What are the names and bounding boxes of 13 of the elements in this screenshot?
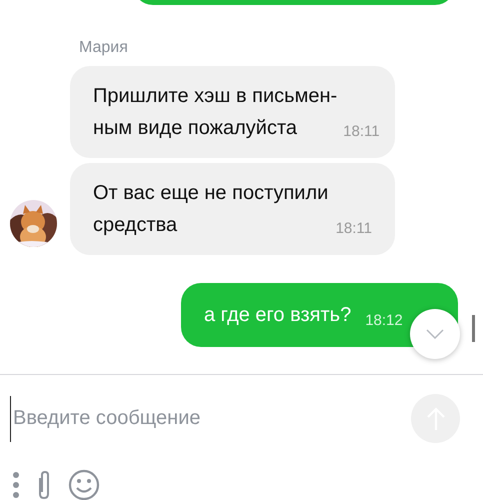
scroll-down-button[interactable] [410,309,460,359]
message-time: 18:11 [342,122,380,142]
message-text: От вас еще не поступили средства [93,181,328,238]
message-input[interactable]: Введите сообщение [10,396,401,442]
scrollbar-thumb[interactable] [472,315,475,342]
more-icon[interactable] [12,471,20,499]
message-text: а где его взять? [204,303,352,328]
emoji-icon[interactable] [68,469,100,500]
message-time: 18:11 [334,219,372,239]
sender-name: Мария [79,38,129,58]
message-time: 18:12 [364,311,403,331]
message-text: Пришлите хэш в письмен- ным виде пожалуйста [93,84,338,141]
chevron-down-icon [426,329,444,339]
